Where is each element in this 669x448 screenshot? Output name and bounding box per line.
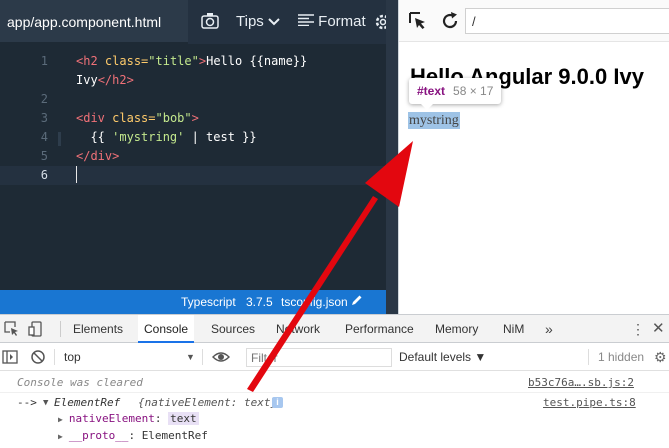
line-number: 1 <box>40 54 48 68</box>
code-line: 2 <box>0 90 398 109</box>
pencil-icon[interactable] <box>351 290 363 314</box>
tips-button[interactable]: Tips <box>236 0 280 44</box>
version-label: 3.7.5 <box>246 295 273 309</box>
tsconfig-link[interactable]: tsconfig.json <box>281 290 348 314</box>
format-label: Format <box>318 13 366 30</box>
highlighted-text-node: mystring <box>408 112 460 129</box>
expand-triangle-icon[interactable]: ▶ <box>58 415 63 424</box>
console-message: --> ▼ ElementRef {nativeElement: text} i… <box>0 393 669 448</box>
object-type[interactable]: ElementRef <box>54 393 120 413</box>
code-line-active: 6 <box>0 166 398 185</box>
source-link[interactable]: test.pipe.ts:8 <box>543 393 636 413</box>
devtools-tabbar: Elements Console Sources Network Perform… <box>0 315 669 343</box>
url-input[interactable] <box>465 8 669 34</box>
object-property[interactable]: ▶ __proto__: ElementRef <box>58 428 208 444</box>
code-text: Ivy</h2> <box>76 73 134 87</box>
tab-performance[interactable]: Performance <box>345 315 414 343</box>
tooltip-dimensions: 58 × 17 <box>453 84 494 98</box>
info-icon: i <box>272 397 283 408</box>
divider <box>54 349 55 365</box>
console-output: Console was cleared b53c76a….sb.js:2 -->… <box>0 371 669 448</box>
preview-toolbar <box>399 0 669 42</box>
tab-elements[interactable]: Elements <box>73 315 123 343</box>
tab-nim[interactable]: NiM <box>503 315 524 343</box>
camera-icon[interactable] <box>200 0 222 44</box>
sidebar-toggle-icon[interactable] <box>2 349 18 365</box>
tooltip-node-name: #text <box>417 84 446 98</box>
code-line: 3 <div class="bob"> <box>0 109 398 128</box>
devtools-panel: Elements Console Sources Network Perform… <box>0 314 669 448</box>
status-bar: Typescript 3.7.5 tsconfig.json <box>0 290 398 314</box>
align-left-icon <box>298 13 314 30</box>
line-number: 4 <box>40 130 48 144</box>
file-tab[interactable]: app/app.component.html <box>0 0 188 44</box>
console-toolbar: top ▼ Default levels ▼ 1 hidden ⚙ <box>0 343 669 371</box>
divider <box>202 349 203 365</box>
divider <box>588 349 589 365</box>
code-line: 4 {{ 'mystring' | test }} <box>0 128 398 147</box>
reload-icon[interactable] <box>439 10 461 32</box>
code-area[interactable]: 1 <h2 class="title">Hello {{name}} Ivy</… <box>0 52 398 185</box>
property-key: __proto__ <box>68 429 129 442</box>
expand-triangle-icon[interactable]: ▶ <box>58 432 63 441</box>
gear-icon[interactable]: ⚙ <box>654 347 667 367</box>
editor-toolbar: app/app.component.html Tips Format <box>0 0 398 44</box>
code-text: {{ 'mystring' | test }} <box>76 130 257 144</box>
language-label[interactable]: Typescript <box>181 290 236 314</box>
context-select[interactable]: top <box>62 347 196 367</box>
code-text: <h2 class="title">Hello {{name}} <box>76 54 308 68</box>
code-text: <div class="bob"> <box>76 111 199 125</box>
line-number: 5 <box>40 149 48 163</box>
code-text: </div> <box>76 149 120 163</box>
property-value: text <box>168 412 199 425</box>
tab-memory[interactable]: Memory <box>435 315 478 343</box>
close-icon[interactable]: ✕ <box>652 315 665 343</box>
object-property[interactable]: ▶ nativeElement: text <box>58 411 199 427</box>
log-levels-dropdown[interactable]: Default levels ▼ <box>399 347 486 367</box>
hidden-count: 1 hidden <box>598 350 645 364</box>
filter-input[interactable] <box>246 348 392 367</box>
property-value: ElementRef <box>141 429 208 442</box>
log-prefix: --> <box>17 396 37 409</box>
line-number: 2 <box>40 92 48 106</box>
code-line: Ivy</h2> <box>0 71 398 90</box>
tab-sources[interactable]: Sources <box>211 315 255 343</box>
console-cleared-text: Console was cleared <box>17 376 143 389</box>
inspect-cursor-icon[interactable] <box>407 10 429 32</box>
gear-icon[interactable] <box>374 0 386 44</box>
more-tabs-button[interactable]: » <box>545 315 553 343</box>
object-preview: {nativeElement: text} <box>138 396 278 409</box>
console-message: Console was cleared b53c76a….sb.js:2 <box>0 373 669 393</box>
pane-splitter[interactable] <box>386 0 398 314</box>
kebab-menu-icon[interactable]: ⋮ <box>631 315 645 343</box>
code-editor: app/app.component.html Tips Format 1 <h2… <box>0 0 398 314</box>
caret-down-icon: ▼ <box>186 352 195 362</box>
expand-triangle-icon[interactable]: ▼ <box>43 393 48 413</box>
device-toolbar-icon[interactable] <box>28 321 44 337</box>
code-line: 5 </div> <box>0 147 398 166</box>
indent-guide <box>58 132 61 146</box>
chevron-down-icon <box>268 13 280 30</box>
divider <box>60 321 61 337</box>
clear-console-icon[interactable] <box>30 349 46 365</box>
property-key: nativeElement <box>68 412 155 425</box>
code-line: 1 <h2 class="title">Hello {{name}} <box>0 52 398 71</box>
tab-console[interactable]: Console <box>138 315 195 343</box>
line-number: 3 <box>40 111 48 125</box>
preview-pane: Hello Angular 9.0.0 Ivy #text58 × 17 mys… <box>398 0 669 314</box>
inspect-tooltip: #text 58 × 17 <box>409 78 502 110</box>
tab-network[interactable]: Network <box>276 315 320 343</box>
eye-icon[interactable] <box>212 349 230 365</box>
line-number: 6 <box>40 168 48 182</box>
text-caret <box>76 166 77 183</box>
tips-label: Tips <box>236 13 264 30</box>
select-element-icon[interactable] <box>4 321 20 337</box>
tooltip-arrow <box>421 104 433 110</box>
format-button[interactable]: Format <box>298 0 366 44</box>
source-link[interactable]: b53c76a….sb.js:2 <box>528 373 634 393</box>
